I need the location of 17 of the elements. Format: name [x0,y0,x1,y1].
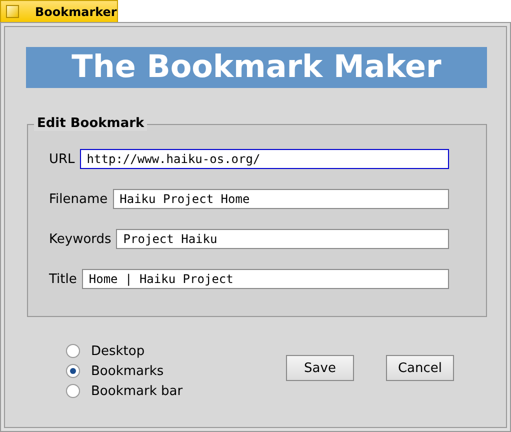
field-label: Title [49,272,77,286]
dialog-button[interactable]: Save [286,355,354,381]
group-title: Edit Bookmark [34,116,148,131]
window-title: Bookmarker [35,4,117,18]
field-label: URL [49,152,75,166]
radio-label[interactable]: Bookmark bar [91,384,183,398]
banner-heading: The Bookmark Maker [26,47,487,88]
window-title-tab[interactable]: Bookmarker [0,0,118,22]
radio-label[interactable]: Bookmarks [91,364,164,378]
input-field[interactable]: Project Haiku [116,229,449,249]
input-field[interactable]: http://www.haiku-os.org/ [80,149,449,169]
field-label: Keywords [49,232,112,246]
field-label: Filename [49,192,108,206]
radio-label[interactable]: Desktop [91,344,145,358]
dialog-button[interactable]: Cancel [386,355,454,381]
input-field[interactable]: Haiku Project Home [112,189,449,209]
input-field[interactable]: Home | Haiku Project [82,269,449,289]
